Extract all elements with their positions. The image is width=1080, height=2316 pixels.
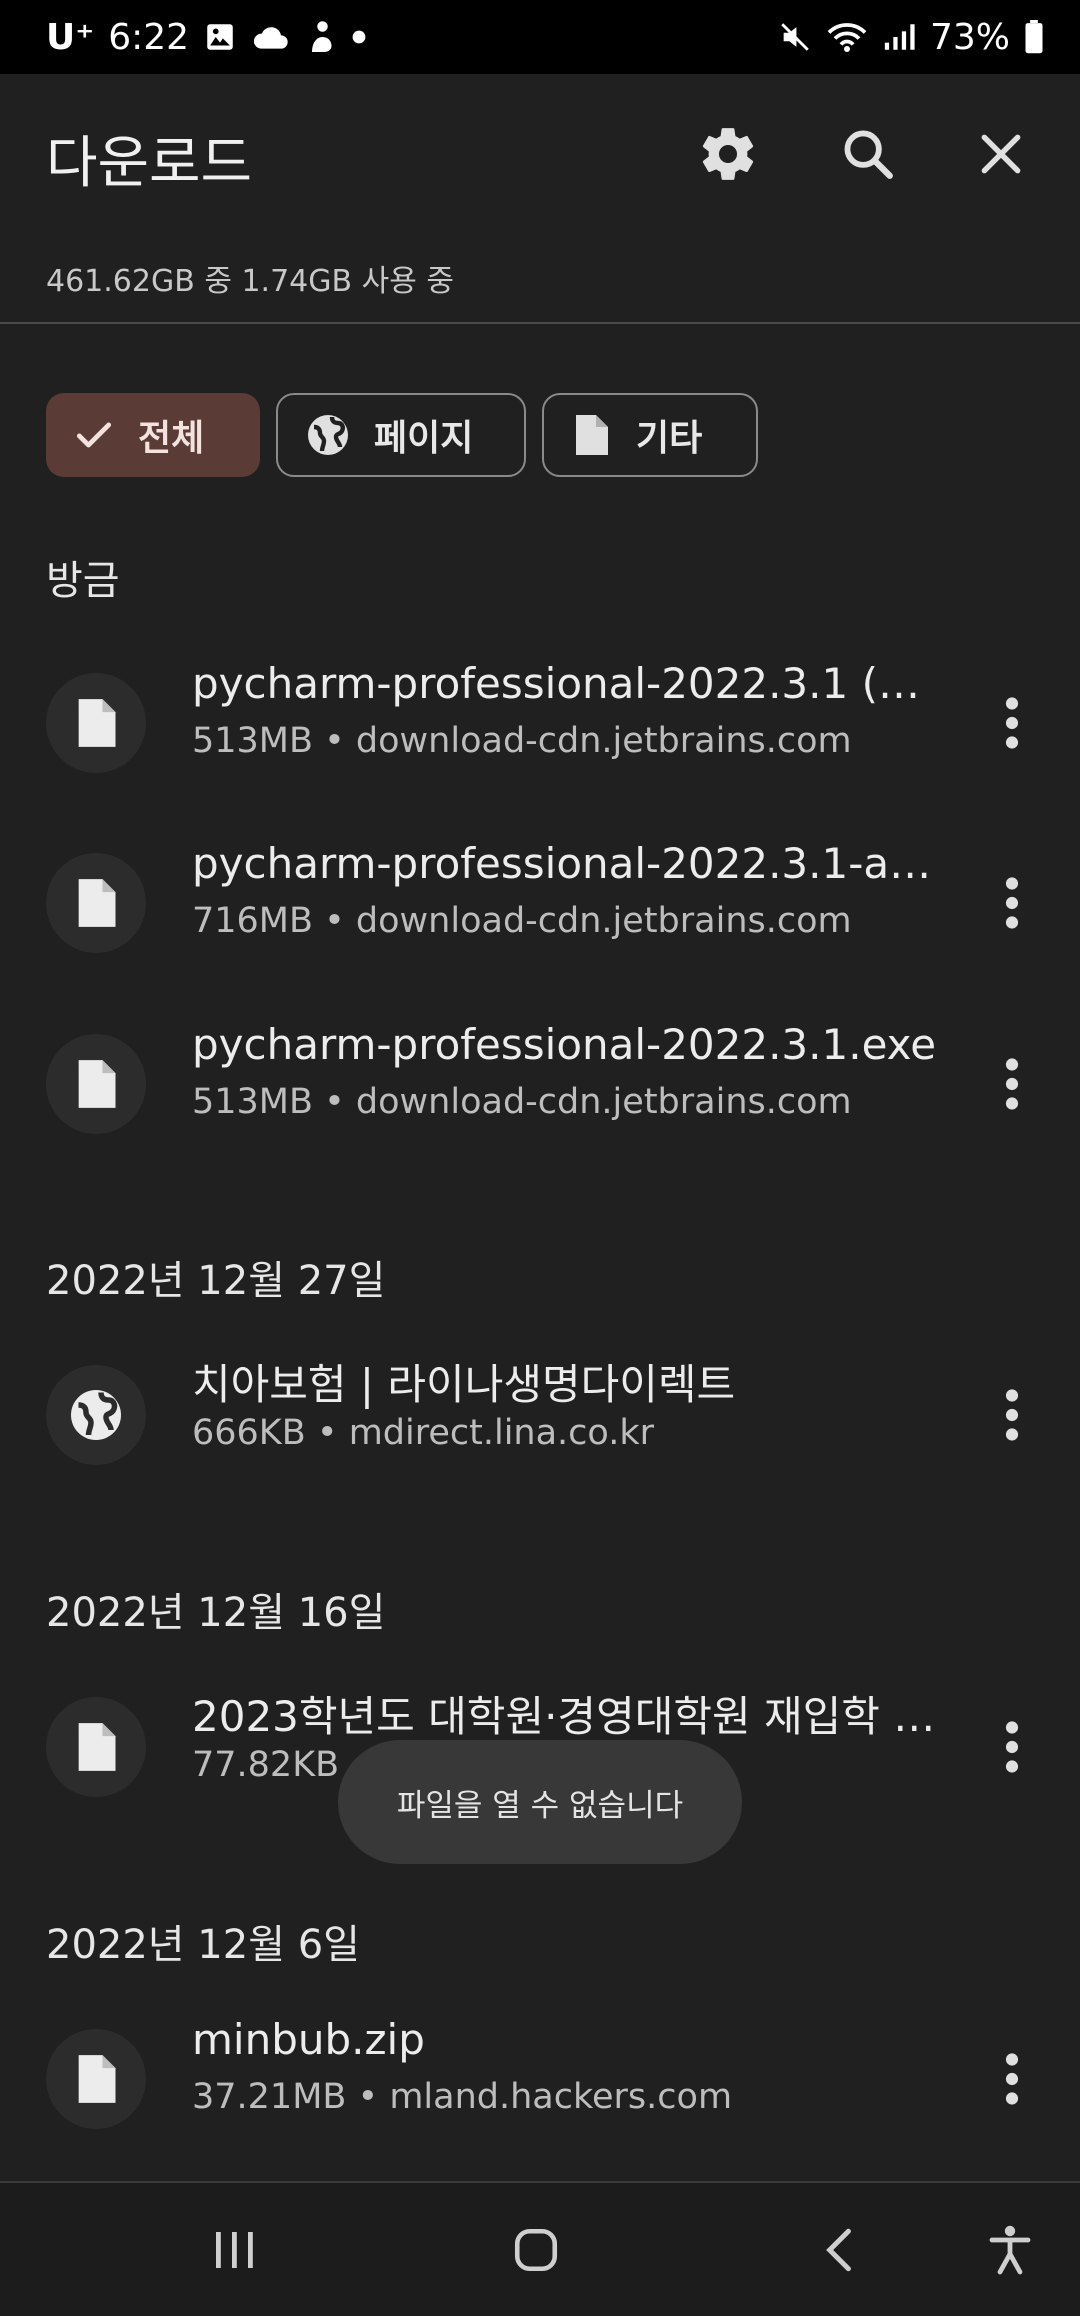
gallery-icon — [203, 20, 237, 54]
file-icon — [46, 673, 146, 773]
item-size: 513MB — [192, 1082, 314, 1122]
file-icon — [46, 1034, 146, 1134]
close-icon — [981, 134, 1021, 174]
item-subtitle: 513MB • download-cdn.jetbrains.com — [192, 1082, 852, 1122]
item-subtitle: 513MB • download-cdn.jetbrains.com — [192, 721, 852, 761]
more-vert-icon — [1005, 1389, 1019, 1441]
more-vert-icon — [1005, 1058, 1019, 1110]
file-icon — [46, 1697, 146, 1797]
signal-icon — [882, 22, 916, 52]
globe-icon — [308, 415, 348, 455]
download-item[interactable]: pycharm-professional-2022.3.1-aarch64.ex… — [0, 827, 1080, 977]
item-subtitle: 716MB • download-cdn.jetbrains.com — [192, 901, 852, 941]
search-button[interactable] — [828, 114, 908, 194]
item-subtitle: 37.21MB • mland.hackers.com — [192, 2077, 733, 2117]
more-vert-icon — [1005, 697, 1019, 749]
filter-chip-label: 페이지 — [374, 418, 474, 459]
battery-icon — [1024, 20, 1044, 54]
download-item[interactable]: minbub.zip 37.21MB • mland.hackers.com — [0, 2003, 1080, 2153]
item-source: download-cdn.jetbrains.com — [355, 901, 852, 941]
filter-chips: 전체 페이지 기타 — [46, 393, 758, 477]
file-icon — [46, 2029, 146, 2129]
more-vert-icon — [1005, 2053, 1019, 2105]
app-bar: 다운로드 — [0, 74, 1080, 230]
home-icon — [514, 2228, 558, 2272]
item-size: 513MB — [192, 721, 314, 761]
accessibility-icon — [989, 2225, 1031, 2275]
home-button[interactable] — [496, 2213, 576, 2287]
item-subtitle: 666KB • mdirect.lina.co.kr — [192, 1413, 654, 1453]
item-title: pycharm-professional-2022.3.1.exe — [192, 1020, 937, 1069]
filter-chip-page[interactable]: 페이지 — [276, 393, 526, 477]
cloud-icon — [251, 22, 291, 52]
recents-icon — [216, 2232, 253, 2268]
dot-icon — [351, 29, 367, 45]
section-header: 2022년 12월 16일 — [46, 1590, 386, 1636]
item-source: download-cdn.jetbrains.com — [355, 1082, 852, 1122]
item-size: 77.82KB — [192, 1745, 340, 1785]
globe-icon — [46, 1365, 146, 1465]
mute-icon — [778, 20, 812, 54]
more-vert-icon — [1005, 1721, 1019, 1773]
item-source: mland.hackers.com — [389, 2077, 733, 2117]
file-icon — [576, 415, 608, 455]
page-title: 다운로드 — [46, 131, 253, 196]
clock: 6:22 — [108, 16, 190, 58]
bixby-icon — [305, 19, 337, 55]
item-title: minbub.zip — [192, 2015, 425, 2064]
settings-button[interactable] — [688, 114, 768, 194]
item-source: download-cdn.jetbrains.com — [355, 721, 852, 761]
wifi-icon — [826, 20, 868, 54]
accessibility-button[interactable] — [970, 2213, 1050, 2287]
download-item[interactable]: 치아보험 | 라이나생명다이렉트 666KB • mdirect.lina.co… — [0, 1339, 1080, 1489]
more-options-button[interactable] — [982, 2039, 1042, 2119]
more-options-button[interactable] — [982, 863, 1042, 943]
carrier-label: U⁺ — [46, 16, 95, 58]
section-header: 2022년 12월 27일 — [46, 1258, 386, 1304]
file-icon — [46, 853, 146, 953]
storage-usage: 461.62GB 중 1.74GB 사용 중 — [46, 264, 454, 299]
download-item[interactable]: pycharm-professional-2022.3.1 (1).exe 51… — [0, 647, 1080, 797]
download-item[interactable]: pycharm-professional-2022.3.1.exe 513MB … — [0, 1008, 1080, 1158]
toast-message: 파일을 열 수 없습니다 — [338, 1740, 742, 1864]
status-bar-left: U⁺ 6:22 — [46, 0, 367, 74]
status-bar: U⁺ 6:22 73% — [0, 0, 1080, 74]
more-options-button[interactable] — [982, 1375, 1042, 1455]
status-bar-right: 73% — [778, 0, 1044, 74]
back-button[interactable] — [798, 2213, 878, 2287]
item-title: pycharm-professional-2022.3.1 (1).exe — [192, 659, 942, 708]
search-icon — [844, 130, 893, 179]
filter-chip-label: 기타 — [636, 418, 703, 459]
battery-percent: 73% — [929, 16, 1010, 58]
section-header: 방금 — [46, 558, 120, 604]
item-size: 666KB — [192, 1413, 306, 1453]
item-title: 2023학년도 대학원·경영대학원 재입학 안내 — [192, 1692, 942, 1741]
section-header: 2022년 12월 6일 — [46, 1922, 360, 1968]
navigation-bar — [0, 2183, 1080, 2316]
more-options-button[interactable] — [982, 1044, 1042, 1124]
filter-chip-all[interactable]: 전체 — [46, 393, 260, 477]
gear-icon — [702, 128, 754, 180]
item-size: 37.21MB — [192, 2077, 347, 2117]
item-title: pycharm-professional-2022.3.1-aarch64.ex… — [192, 839, 942, 888]
item-size: 716MB — [192, 901, 314, 941]
filter-chip-other[interactable]: 기타 — [542, 393, 758, 477]
check-icon — [76, 422, 112, 448]
more-options-button[interactable] — [982, 1707, 1042, 1787]
divider — [0, 322, 1080, 324]
filter-chip-label: 전체 — [138, 418, 205, 459]
item-title: 치아보험 | 라이나생명다이렉트 — [192, 1360, 736, 1409]
more-options-button[interactable] — [982, 683, 1042, 763]
close-button[interactable] — [961, 114, 1041, 194]
recents-button[interactable] — [194, 2213, 274, 2287]
more-vert-icon — [1005, 877, 1019, 929]
item-source: mdirect.lina.co.kr — [348, 1413, 654, 1453]
back-icon — [826, 2228, 851, 2272]
